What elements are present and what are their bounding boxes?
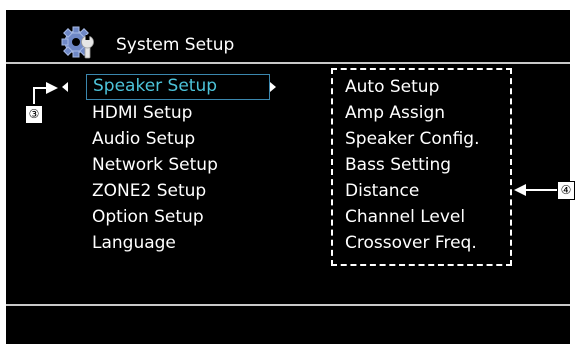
callout-arrows (33, 82, 558, 196)
callout-4-label: ④ (557, 181, 575, 200)
callout-3-label: ③ (25, 105, 43, 124)
